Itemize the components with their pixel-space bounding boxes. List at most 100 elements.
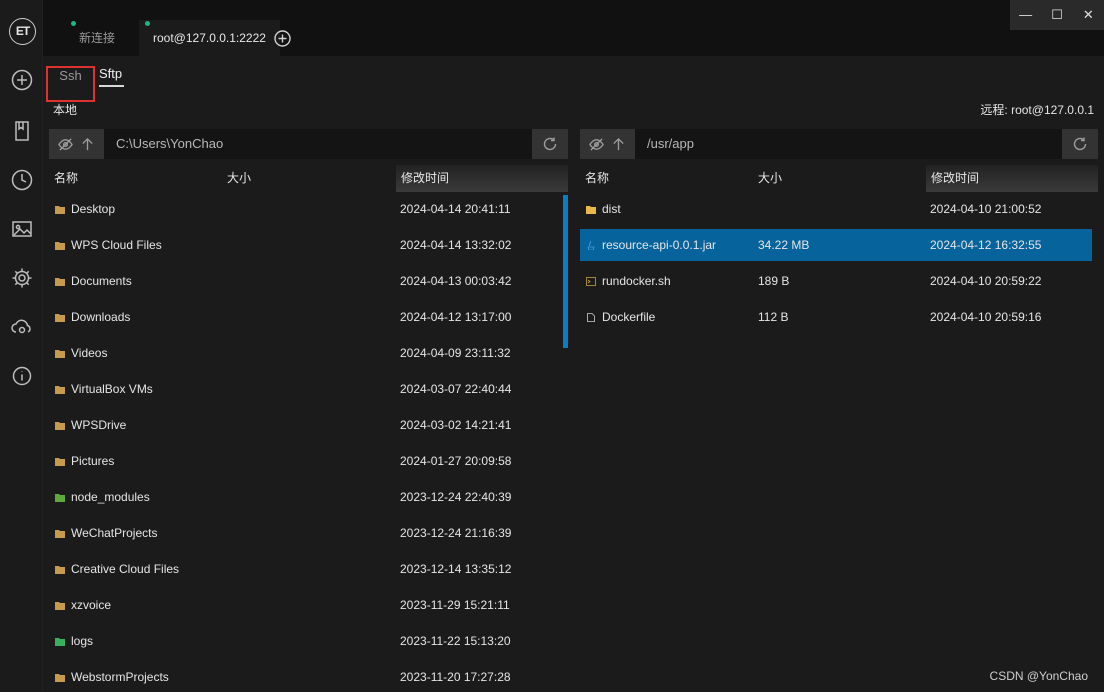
shell-script-icon <box>586 277 596 286</box>
file-row[interactable]: rundocker.sh 189 B 2024-04-10 20:59:22 <box>580 265 1092 297</box>
file-row[interactable]: WPSDrive 2024-03-02 14:21:41 <box>49 409 561 441</box>
file-name: dist <box>602 202 621 216</box>
local-scrollbar[interactable] <box>563 195 568 348</box>
file-name: node_modules <box>71 490 150 504</box>
file-name-cell: Desktop <box>55 193 115 225</box>
column-name-header[interactable]: 名称 <box>54 165 78 192</box>
file-name: Downloads <box>71 310 131 324</box>
tab-new-connection[interactable]: 新连接 <box>65 20 129 56</box>
hide-hidden-files-icon[interactable] <box>58 137 74 152</box>
file-mtime: 2023-11-20 17:27:28 <box>400 670 511 684</box>
file-row[interactable]: dist 2024-04-10 21:00:52 <box>580 193 1092 225</box>
bookmark-icon[interactable] <box>11 120 33 142</box>
file-name-cell: Downloads <box>55 301 130 333</box>
folder-icon <box>55 674 65 682</box>
file-mtime: 2024-04-10 21:00:52 <box>930 202 1042 216</box>
file-row[interactable]: node_modules 2023-12-24 22:40:39 <box>49 481 561 513</box>
add-connection-icon[interactable] <box>11 69 33 91</box>
file-name: rundocker.sh <box>602 274 671 288</box>
refresh-icon <box>543 137 557 151</box>
subtab-ssh-label: Ssh <box>59 68 82 83</box>
node-modules-folder-icon <box>55 494 65 502</box>
remote-path-controls <box>580 129 635 159</box>
add-tab-button[interactable] <box>274 30 291 47</box>
settings-gear-icon[interactable] <box>11 267 33 289</box>
column-size-header[interactable]: 大小 <box>227 165 251 192</box>
column-size-header[interactable]: 大小 <box>758 165 782 192</box>
file-row[interactable]: Creative Cloud Files 2023-12-14 13:35:12 <box>49 553 561 585</box>
file-row[interactable]: Documents 2024-04-13 00:03:42 <box>49 265 561 297</box>
file-mtime: 2024-04-13 00:03:42 <box>400 274 512 288</box>
file-size: 34.22 MB <box>758 238 810 252</box>
file-name: Pictures <box>71 454 115 468</box>
file-row[interactable]: Downloads 2024-04-12 13:17:00 <box>49 301 561 333</box>
file-mtime: 2024-03-07 22:40:44 <box>400 382 512 396</box>
cloud-sync-icon[interactable] <box>11 316 33 338</box>
up-arrow-icon[interactable] <box>611 137 626 152</box>
plus-circle-icon <box>274 30 291 47</box>
up-arrow-icon[interactable] <box>80 137 95 152</box>
logs-folder-icon <box>55 638 65 646</box>
file-name: logs <box>71 634 94 648</box>
column-name-header[interactable]: 名称 <box>585 165 609 192</box>
folder-icon <box>55 350 65 358</box>
image-icon[interactable] <box>11 218 33 240</box>
local-pane-title: 本地 <box>53 103 78 117</box>
folder-icon <box>55 386 65 394</box>
file-name: Videos <box>71 346 108 360</box>
remote-refresh-button[interactable] <box>1062 129 1098 159</box>
file-row[interactable]: resource-api-0.0.1.jar 34.22 MB 2024-04-12… <box>580 229 1092 261</box>
close-button[interactable]: ✕ <box>1073 0 1104 30</box>
file-mtime: 2023-11-29 15:21:11 <box>400 598 510 612</box>
file-size: 112 B <box>758 310 789 324</box>
subtab-ssh[interactable]: Ssh <box>46 66 95 102</box>
file-icon <box>587 313 595 322</box>
file-row[interactable]: Videos 2024-04-09 23:11:32 <box>49 337 561 369</box>
history-clock-icon[interactable] <box>11 169 33 191</box>
remote-path-input[interactable]: /usr/app <box>635 129 1062 159</box>
watermark: CSDN @YonChao <box>989 669 1088 683</box>
file-row[interactable]: Desktop 2024-04-14 20:41:11 <box>49 193 561 225</box>
folder-icon <box>55 458 65 466</box>
file-name-cell: WPSDrive <box>55 409 126 441</box>
file-row[interactable]: WPS Cloud Files 2024-04-14 13:32:02 <box>49 229 561 261</box>
active-tab-underline <box>99 85 124 87</box>
file-name-cell: dist <box>586 193 621 225</box>
column-mtime-header[interactable]: 修改时间 <box>396 165 568 192</box>
refresh-icon <box>1073 137 1087 151</box>
file-name-cell: Videos <box>55 337 107 369</box>
folder-icon <box>55 602 65 610</box>
file-name-cell: WebstormProjects <box>55 661 169 692</box>
java-jar-icon <box>587 241 595 250</box>
file-row[interactable]: Dockerfile 112 B 2024-04-10 20:59:16 <box>580 301 1092 333</box>
local-refresh-button[interactable] <box>532 129 568 159</box>
hide-hidden-files-icon[interactable] <box>589 137 605 152</box>
folder-icon <box>55 314 65 322</box>
tab-ssh-session[interactable]: root@127.0.0.1:2222 <box>139 20 280 56</box>
maximize-button[interactable]: ☐ <box>1041 0 1072 30</box>
file-row[interactable]: logs 2023-11-22 15:13:20 <box>49 625 561 657</box>
file-name-cell: xzvoice <box>55 589 111 621</box>
subtab-sftp[interactable]: Sftp <box>99 66 124 87</box>
column-mtime-header[interactable]: 修改时间 <box>926 165 1098 192</box>
file-row[interactable]: Pictures 2024-01-27 20:09:58 <box>49 445 561 477</box>
file-name: VirtualBox VMs <box>71 382 153 396</box>
file-name-cell: VirtualBox VMs <box>55 373 153 405</box>
file-row[interactable]: WeChatProjects 2023-12-24 21:16:39 <box>49 517 561 549</box>
subtab-sftp-label: Sftp <box>99 66 123 81</box>
file-name: Desktop <box>71 202 116 216</box>
tab-label: root@127.0.0.1:2222 <box>153 31 266 45</box>
info-icon[interactable] <box>11 365 33 387</box>
local-path-input[interactable]: C:\Users\YonChao <box>104 129 532 159</box>
file-row[interactable]: WebstormProjects 2023-11-20 17:27:28 <box>49 661 561 692</box>
remote-pane-title: 远程: root@127.0.0.1 <box>980 103 1094 117</box>
window-controls: — ☐ ✕ <box>1010 0 1104 30</box>
file-name-cell: WeChatProjects <box>55 517 157 549</box>
file-row[interactable]: VirtualBox VMs 2024-03-07 22:40:44 <box>49 373 561 405</box>
file-name: xzvoice <box>71 598 112 612</box>
file-mtime: 2023-12-14 13:35:12 <box>400 562 512 576</box>
minimize-button[interactable]: — <box>1010 0 1041 30</box>
file-row[interactable]: xzvoice 2023-11-29 15:21:11 <box>49 589 561 621</box>
file-mtime: 2024-01-27 20:09:58 <box>400 454 512 468</box>
file-mtime: 2024-04-12 13:17:00 <box>400 310 512 324</box>
